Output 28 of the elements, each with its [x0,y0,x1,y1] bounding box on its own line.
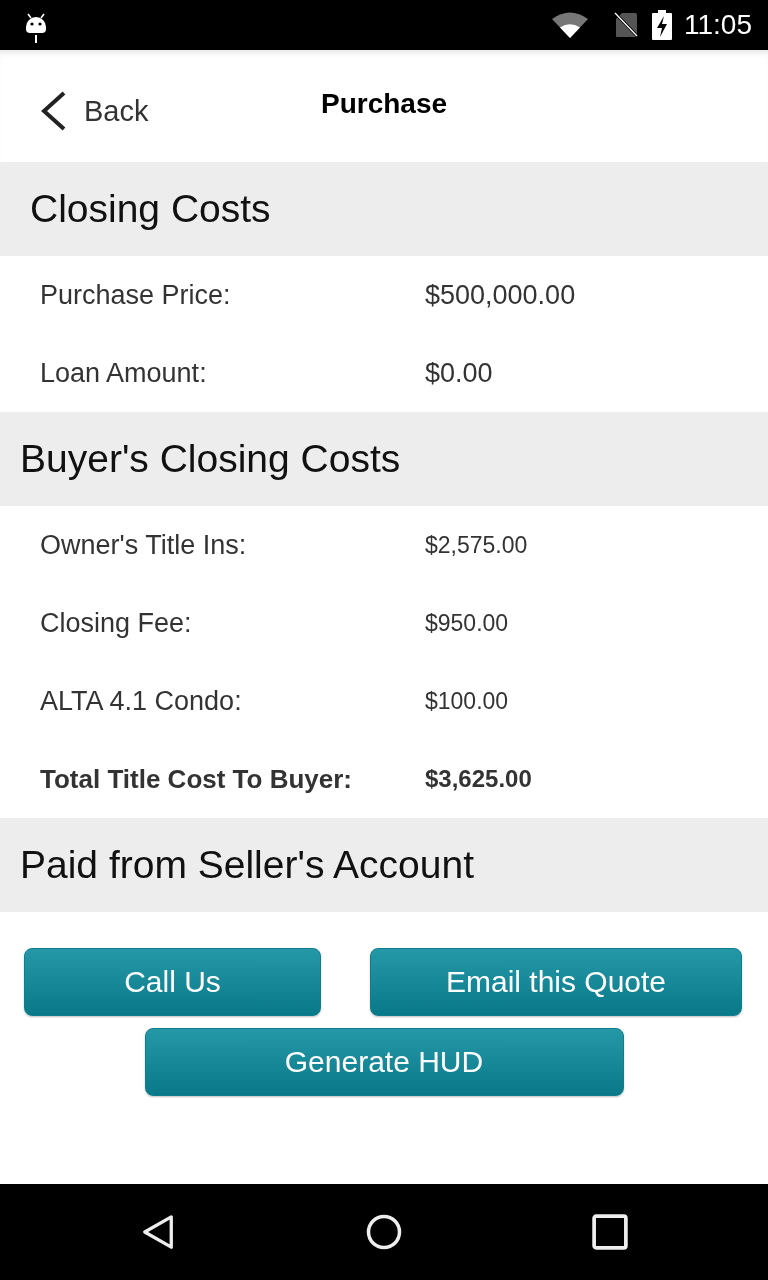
row-label: Loan Amount: [40,357,208,389]
status-time: 11:05 [684,9,752,41]
row-value: $3,625.00 [425,765,533,793]
recents-icon[interactable] [592,1214,628,1250]
row-value: $500,000.00 [425,279,577,311]
section-title: Buyer's Closing Costs [20,437,401,481]
section-title: Closing Costs [30,187,271,231]
back-button[interactable]: Back [38,90,149,132]
action-button[interactable]: Email this Quote [370,948,742,1016]
row-value: $100.00 [425,687,510,715]
action-button[interactable]: Call Us [24,948,321,1016]
back-icon[interactable] [140,1214,176,1250]
page-title: Purchase [320,88,448,120]
row-value: $0.00 [425,357,494,389]
row-label: Total Title Cost To Buyer: [40,763,353,795]
row-label: ALTA 4.1 Condo: [40,685,243,717]
no-sim-icon [614,12,638,38]
section-title: Paid from Seller's Account [20,843,474,887]
row-value: $2,575.00 [425,531,529,559]
row-label: Owner's Title Ins: [40,529,248,561]
row-label: Purchase Price: [40,279,232,311]
home-icon[interactable] [366,1214,402,1250]
row-label: Closing Fee: [40,607,193,639]
action-button[interactable]: Generate HUD [144,1028,624,1096]
battery-charging-icon [652,10,672,40]
android-icon [24,13,48,43]
wifi-icon [552,12,588,38]
row-value: $950.00 [425,609,510,637]
